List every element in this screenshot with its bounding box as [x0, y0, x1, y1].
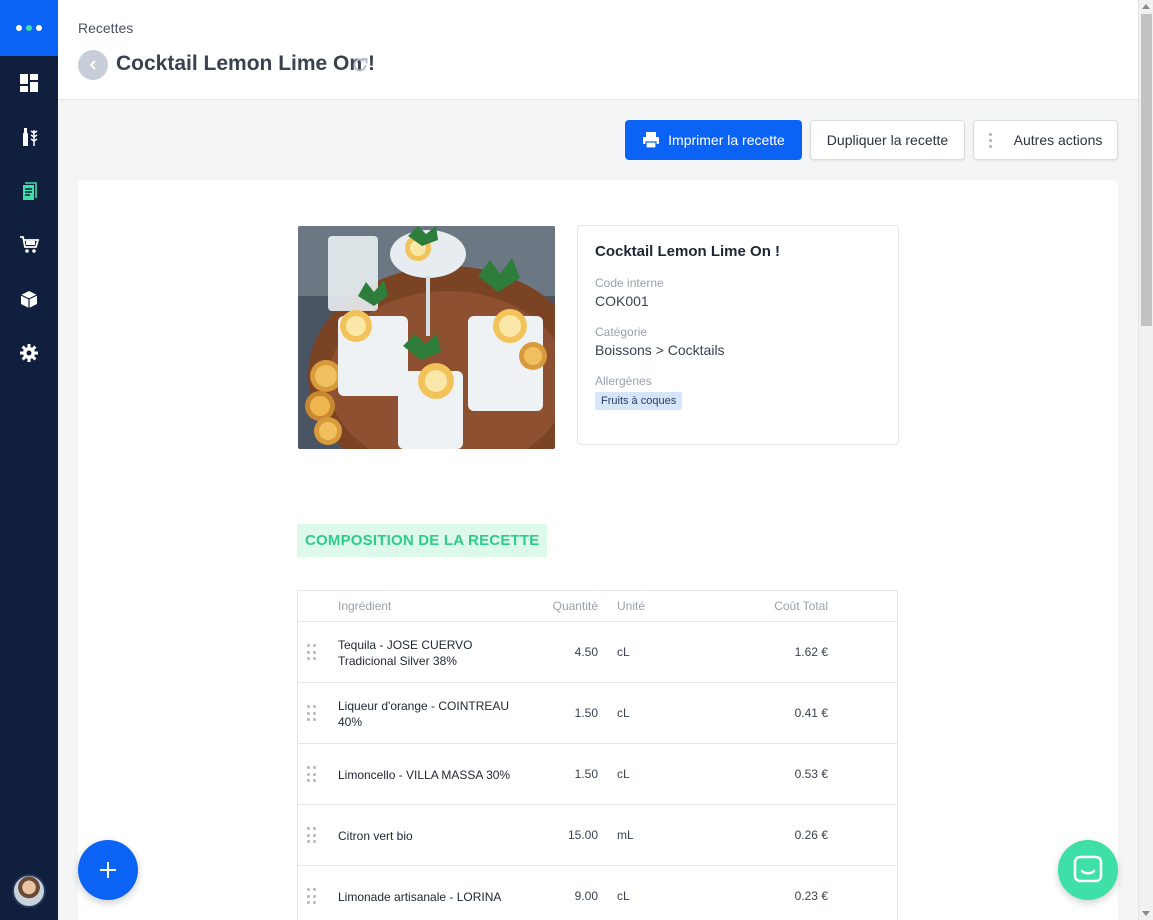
- add-fab-button[interactable]: [78, 840, 138, 900]
- ingredient-name[interactable]: Citron vert bio: [338, 805, 513, 866]
- recipe-info-panel: Cocktail Lemon Lime On ! Code interne CO…: [577, 225, 899, 445]
- ingredient-cost: 0.53 €: [794, 767, 828, 781]
- allergens-label: Allergènes: [595, 374, 652, 388]
- column-header-unit: Unité: [617, 599, 646, 613]
- ingredient-cost: 0.26 €: [794, 828, 828, 842]
- app-logo[interactable]: [0, 0, 58, 56]
- category-label: Catégorie: [595, 325, 648, 339]
- drag-handle-icon[interactable]: [307, 827, 316, 844]
- code-label: Code interne: [595, 276, 664, 290]
- allergen-badge: Fruits à coques: [595, 392, 683, 410]
- composition-section-title: COMPOSITION DE LA RECETTE: [297, 524, 548, 557]
- ingredient-name[interactable]: Liqueur d'orange - COINTREAU 40%: [338, 683, 513, 744]
- user-avatar[interactable]: [12, 874, 46, 908]
- box-icon: [20, 291, 38, 308]
- more-actions-label: Autres actions: [1013, 132, 1103, 148]
- page-title: Cocktail Lemon Lime On !: [116, 52, 376, 75]
- ingredient-cost: 1.62 €: [794, 645, 828, 659]
- ingredient-name[interactable]: Tequila - JOSE CUERVO Tradicional Silver…: [338, 622, 513, 683]
- drag-handle-icon[interactable]: [307, 644, 316, 661]
- chat-icon: [1073, 855, 1103, 883]
- table-row[interactable]: Citron vert bio 15.00 mL 0.26 €: [298, 805, 897, 866]
- ingredients-table: Ingrédient Quantité Unité Coût Total Teq…: [297, 590, 898, 920]
- ingredient-name[interactable]: Limoncello - VILLA MASSA 30%: [338, 744, 513, 805]
- ingredient-name[interactable]: Limonade artisanale - LORINA: [338, 866, 513, 920]
- ingredient-unit: cL: [617, 889, 630, 903]
- sidebar-item-stock[interactable]: [0, 272, 58, 326]
- recipe-photo: [298, 226, 555, 449]
- code-value: COK001: [595, 293, 649, 309]
- sidebar-item-products[interactable]: [0, 110, 58, 164]
- duplicate-recipe-button[interactable]: Dupliquer la recette: [810, 120, 965, 160]
- category-value: Boissons > Cocktails: [595, 342, 725, 358]
- bottle-wheat-icon: [23, 128, 38, 146]
- refresh-icon[interactable]: [351, 56, 369, 74]
- sidebar-item-orders[interactable]: [0, 218, 58, 272]
- chevron-left-icon: [89, 60, 96, 70]
- drag-handle-icon[interactable]: [307, 888, 316, 905]
- dashboard-icon: [20, 74, 38, 92]
- scroll-thumb[interactable]: [1141, 14, 1152, 326]
- more-actions-button[interactable]: Autres actions: [973, 120, 1118, 160]
- ingredient-quantity: 9.00: [574, 889, 598, 903]
- recipe-info-title: Cocktail Lemon Lime On !: [595, 243, 781, 260]
- page-header: Recettes Cocktail Lemon Lime On !: [58, 0, 1138, 100]
- ingredient-unit: cL: [617, 645, 630, 659]
- ingredient-cost: 0.23 €: [794, 889, 828, 903]
- ingredient-quantity: 1.50: [574, 706, 598, 720]
- ingredient-cost: 0.41 €: [794, 706, 828, 720]
- ingredient-quantity: 15.00: [567, 828, 598, 842]
- sidebar-item-recipes[interactable]: [0, 164, 58, 218]
- recipe-book-icon: [23, 182, 37, 200]
- column-header-cost: Coût Total: [774, 599, 828, 613]
- scroll-down-arrow-icon[interactable]: [1142, 911, 1150, 916]
- duplicate-recipe-label: Dupliquer la recette: [826, 132, 949, 148]
- column-header-quantity: Quantité: [552, 599, 598, 613]
- scroll-up-arrow-icon[interactable]: [1142, 4, 1150, 9]
- back-button[interactable]: [78, 50, 108, 80]
- chat-widget-button[interactable]: [1058, 840, 1118, 900]
- ingredient-quantity: 1.50: [574, 767, 598, 781]
- plus-icon: [100, 862, 116, 878]
- print-recipe-button[interactable]: Imprimer la recette: [625, 120, 802, 160]
- drag-handle-icon[interactable]: [307, 766, 316, 783]
- column-header-ingredient: Ingrédient: [338, 599, 392, 613]
- cart-icon: [20, 236, 39, 253]
- page-scrollbar[interactable]: [1138, 0, 1153, 920]
- sidebar-item-dashboard[interactable]: [0, 56, 58, 110]
- table-row[interactable]: Limonade artisanale - LORINA 9.00 cL 0.2…: [298, 866, 897, 920]
- print-recipe-label: Imprimer la recette: [668, 132, 785, 148]
- kebab-icon: [988, 132, 992, 148]
- table-row[interactable]: Liqueur d'orange - COINTREAU 40% 1.50 cL…: [298, 683, 897, 744]
- gear-icon: [20, 344, 38, 362]
- sidebar-item-settings[interactable]: [0, 326, 58, 380]
- ingredient-unit: cL: [617, 706, 630, 720]
- table-row[interactable]: Tequila - JOSE CUERVO Tradicional Silver…: [298, 622, 897, 683]
- ingredient-unit: cL: [617, 767, 630, 781]
- drag-handle-icon[interactable]: [307, 705, 316, 722]
- printer-icon: [643, 132, 660, 149]
- ingredient-quantity: 4.50: [574, 645, 598, 659]
- table-row[interactable]: Limoncello - VILLA MASSA 30% 1.50 cL 0.5…: [298, 744, 897, 805]
- ingredient-unit: mL: [617, 828, 634, 842]
- breadcrumb[interactable]: Recettes: [78, 20, 133, 36]
- sidebar: [0, 0, 58, 920]
